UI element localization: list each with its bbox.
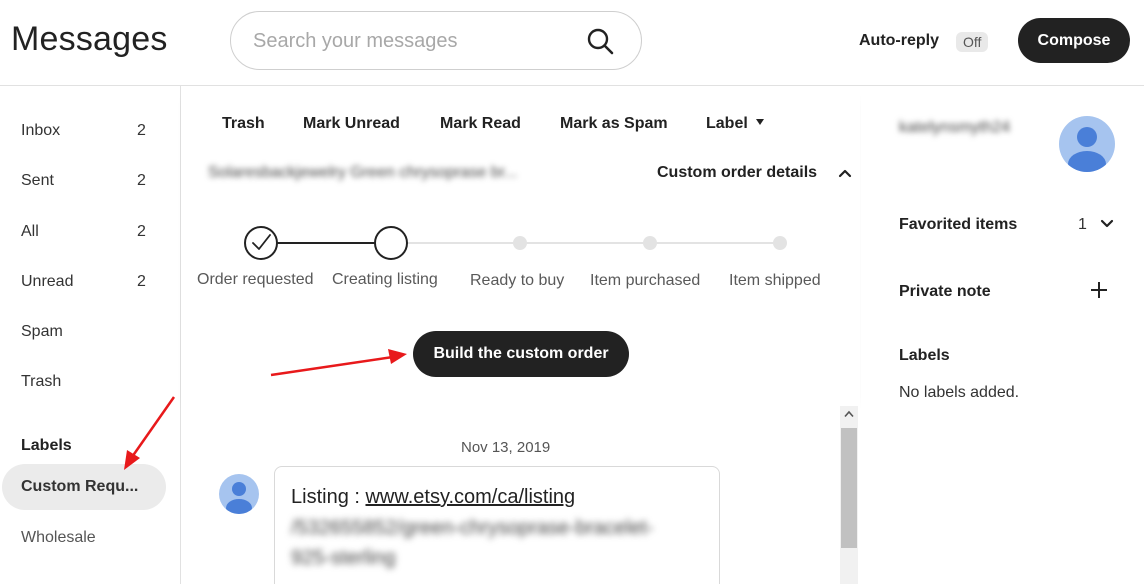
blurred-link-text: 925-sterling [291, 547, 396, 569]
chevron-down-icon[interactable] [1100, 219, 1114, 229]
sidebar-item-label: Sent [21, 172, 54, 189]
labels-heading: Labels [21, 437, 72, 454]
private-note-label: Private note [899, 283, 991, 300]
message-bubble: Listing : www.etsy.com/ca/listing /53265… [274, 466, 720, 584]
autoreply-label: Auto-reply [859, 32, 939, 49]
trash-button[interactable]: Trash [222, 115, 265, 133]
conversation-header: Trash Mark Unread Mark Read Mark as Spam… [181, 86, 860, 406]
favorited-count: 1 [1078, 216, 1087, 233]
sender-avatar [219, 474, 259, 514]
search-input[interactable] [253, 24, 573, 58]
caret-down-icon [755, 118, 764, 125]
order-progress-tracker [244, 226, 787, 260]
message-thread[interactable]: Nov 13, 2019 Listing : www.etsy.com/ca/l… [181, 406, 860, 584]
compose-button[interactable]: Compose [1018, 18, 1130, 63]
plus-icon[interactable] [1090, 281, 1108, 299]
scrollbar[interactable] [840, 406, 858, 584]
sidebar-item-count: 2 [137, 122, 146, 139]
contact-avatar[interactable] [1059, 116, 1115, 172]
sidebar-item-count: 2 [137, 172, 146, 189]
scrollbar-thumb[interactable] [841, 428, 857, 548]
step-pending-dot [513, 236, 527, 250]
chevron-up-icon[interactable] [838, 168, 852, 178]
mark-read-button[interactable]: Mark Read [440, 115, 521, 133]
step-done-checkmark-icon [244, 226, 278, 260]
custom-order-details-toggle[interactable]: Custom order details [657, 164, 817, 182]
mark-spam-button[interactable]: Mark as Spam [560, 115, 668, 133]
mark-unread-button[interactable]: Mark Unread [303, 115, 400, 133]
message-date: Nov 13, 2019 [461, 439, 551, 456]
step-pending-dot [643, 236, 657, 250]
conversation-subject: Solaresbackjewelry Green chrysoprase br.… [208, 164, 518, 181]
sidebar-item-sent[interactable]: Sent 2 [0, 166, 170, 196]
no-labels-text: No labels added. [899, 384, 1020, 401]
build-custom-order-button[interactable]: Build the custom order [413, 331, 629, 377]
listing-link[interactable]: www.etsy.com/ca/listing [365, 486, 575, 508]
page-title: Messages [11, 20, 168, 58]
contact-panel: katelynsmyth24 Favorited items 1 Private… [861, 86, 1144, 584]
autoreply-toggle[interactable]: Off [956, 32, 989, 52]
step-label: Item shipped [729, 272, 821, 289]
user-icon [1068, 127, 1106, 172]
contact-username[interactable]: katelynsmyth24 [899, 119, 1010, 137]
scroll-up-arrow-icon[interactable] [844, 410, 854, 418]
label-item-text: Custom Requ... [21, 478, 139, 495]
sidebar-item-trash[interactable]: Trash [0, 367, 170, 397]
header-bar: Messages Auto-reply Off Compose [0, 0, 1144, 86]
blurred-link-text: /532655852/green-chrysoprase-bracelet- [291, 517, 654, 539]
sidebar-item-count: 2 [137, 223, 146, 240]
search-box[interactable] [230, 11, 642, 70]
sidebar-item-count: 2 [137, 273, 146, 290]
folder-sidebar: Inbox 2 Sent 2 All 2 Unread 2 Spam Trash… [0, 86, 181, 584]
label-dropdown[interactable]: Label [706, 115, 764, 133]
step-pending-dot [773, 236, 787, 250]
label-item-custom-requests[interactable]: Custom Requ... [2, 464, 166, 510]
step-label: Ready to buy [470, 272, 565, 289]
sidebar-item-spam[interactable]: Spam [0, 317, 170, 347]
step-label: Order requested [197, 271, 314, 288]
label-item-wholesale[interactable]: Wholesale [21, 529, 96, 547]
user-icon [226, 482, 252, 514]
sidebar-item-label: Inbox [21, 122, 61, 139]
step-label: Item purchased [590, 272, 701, 289]
sidebar-item-inbox[interactable]: Inbox 2 [0, 116, 170, 146]
step-current-icon [374, 226, 408, 260]
label-dropdown-text: Label [706, 115, 748, 132]
listing-prefix: Listing : [291, 486, 366, 508]
sidebar-item-label: Unread [21, 273, 74, 290]
sidebar-item-label: All [21, 223, 39, 240]
sidebar-item-label: Trash [21, 373, 62, 390]
search-icon[interactable] [586, 27, 616, 57]
labels-heading-right: Labels [899, 347, 950, 364]
sidebar-item-unread[interactable]: Unread 2 [0, 267, 170, 297]
favorited-items-label: Favorited items [899, 216, 1018, 233]
sidebar-item-label: Spam [21, 323, 63, 340]
step-label: Creating listing [332, 271, 438, 288]
sidebar-item-all[interactable]: All 2 [0, 217, 170, 247]
message-text: Listing : www.etsy.com/ca/listing [291, 486, 575, 509]
